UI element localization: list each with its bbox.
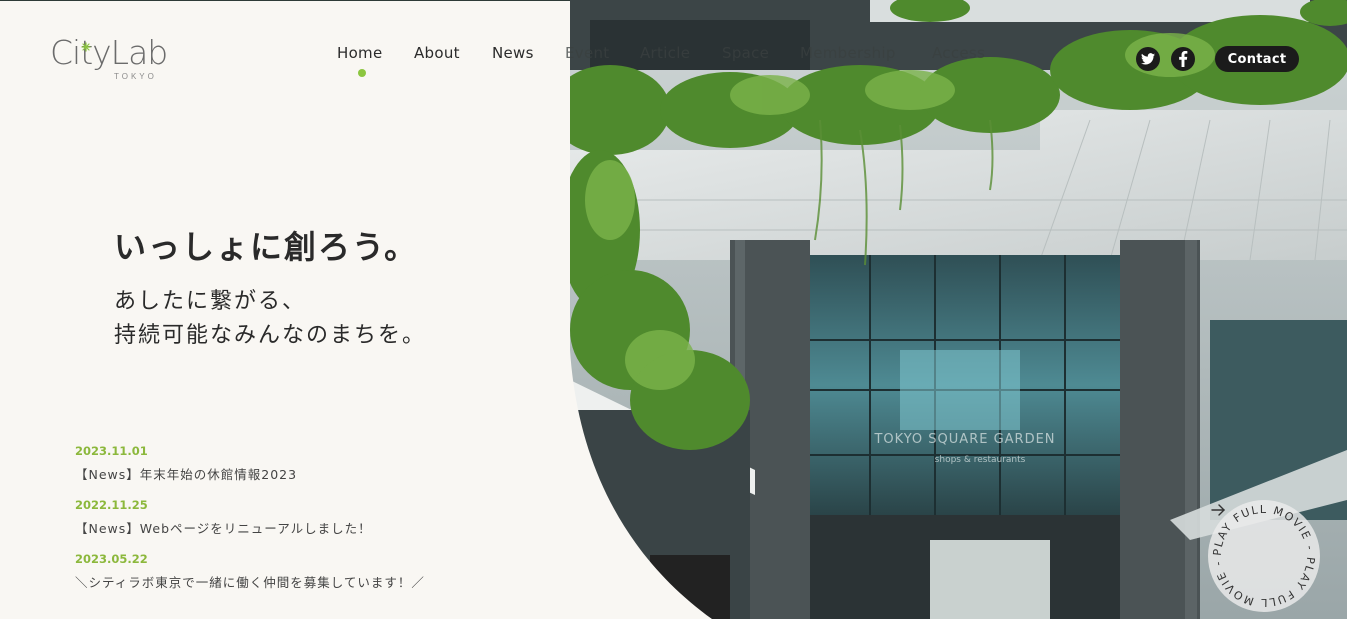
hero-subtitle-line1: あしたに繋がる、 <box>114 289 307 314</box>
nav-space[interactable]: Space <box>722 44 769 62</box>
news-title[interactable]: 【News】年末年始の休館情報2023 <box>75 464 297 483</box>
nav-active-indicator <box>358 69 366 77</box>
site-logo[interactable]: CityLab TOKYO <box>50 34 174 84</box>
photo-signage-sub: shops & restaurants <box>935 455 1026 465</box>
photo-signage: TOKYO SQUARE GARDEN <box>873 432 1055 447</box>
nav-about[interactable]: About <box>414 44 460 62</box>
logo-subtitle: TOKYO <box>114 72 157 81</box>
play-movie-button[interactable]: PLAY FULL MOVIE - PLAY FULL MOVIE - <box>1208 500 1320 612</box>
nav-news[interactable]: News <box>492 44 534 62</box>
news-title[interactable]: ＼シティラボ東京で一緒に働く仲間を募集しています！／ <box>75 572 425 591</box>
arrow-right-icon <box>1211 504 1225 516</box>
hero-subtitle-line2: 持続可能なみんなのまちを。 <box>114 323 427 348</box>
twitter-icon <box>1141 53 1155 65</box>
nav-access[interactable]: Access <box>932 44 985 62</box>
contact-button[interactable]: Contact <box>1215 46 1299 72</box>
hero-title: いっしょに創ろう。 <box>114 228 419 266</box>
news-date: 2023.11.01 <box>75 444 148 458</box>
logo-wordmark: CityLab <box>50 33 168 72</box>
nav-article[interactable]: Article <box>640 44 690 62</box>
twitter-link[interactable] <box>1136 47 1160 71</box>
facebook-link[interactable] <box>1171 47 1195 71</box>
nav-event[interactable]: Event <box>565 44 609 62</box>
news-title[interactable]: 【News】Webページをリニューアルしました！ <box>75 518 372 537</box>
top-border-line <box>0 0 570 1</box>
logo-spark-icon <box>81 42 91 52</box>
facebook-icon <box>1179 51 1188 67</box>
news-date: 2022.11.25 <box>75 498 148 512</box>
news-date: 2023.05.22 <box>75 552 148 566</box>
nav-home[interactable]: Home <box>337 44 383 62</box>
nav-membership[interactable]: Membership <box>800 44 896 62</box>
